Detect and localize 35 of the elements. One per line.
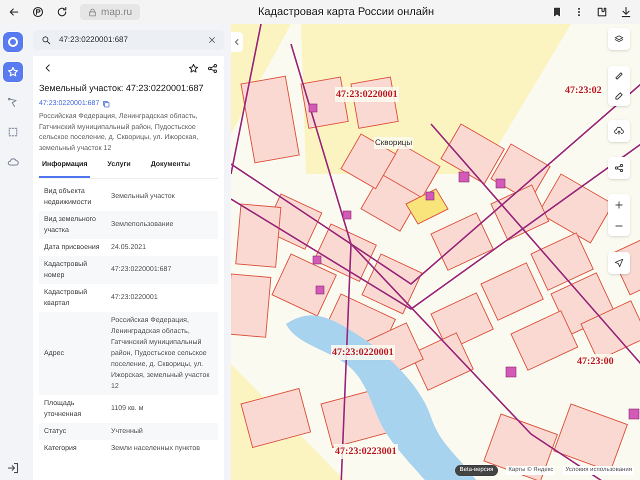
star-icon [7,66,19,78]
search-icon [41,35,51,45]
dashed-square-icon [7,126,19,138]
rail-button[interactable] [3,62,23,82]
page-title: Кадастровая карта России онлайн [257,4,436,20]
star-icon[interactable] [188,62,199,74]
navigation-icon[interactable] [614,258,624,268]
cloud-icon [7,156,19,168]
collapse-button[interactable] [231,32,243,52]
edit-icon[interactable] [614,91,624,101]
bookmark-icon[interactable] [552,7,562,17]
login-icon[interactable] [7,462,19,474]
parcel-title: Земельный участок: 47:23:0220001:687 [39,82,204,95]
search-input[interactable]: 47:23:0220001:687 [59,34,200,46]
cadastral-map-drawing[interactable] [231,24,640,480]
share-icon[interactable] [614,163,624,173]
lock-icon [88,8,97,16]
quarter-label: 47:23:0220001 [335,87,399,102]
copy-icon[interactable] [102,100,110,108]
reload-icon[interactable] [56,6,68,18]
ruler-icon[interactable] [614,71,624,81]
search-field[interactable]: 47:23:0220001:687 [33,30,224,50]
route-icon [7,96,19,108]
quarter-label: 47:23:0223001 [334,444,398,459]
app-logo[interactable] [3,32,23,52]
place-label: Скворицы [374,137,414,149]
cloud-upload-icon[interactable] [614,126,624,136]
chevron-left-icon [233,38,241,46]
layers-icon[interactable] [614,34,624,44]
close-icon[interactable] [208,36,216,44]
download-icon[interactable] [620,6,632,18]
quarter-label: 47:23:0220001 [331,345,395,360]
back-icon[interactable] [8,6,20,18]
share-icon[interactable] [207,62,218,74]
plus-icon[interactable] [614,200,624,210]
